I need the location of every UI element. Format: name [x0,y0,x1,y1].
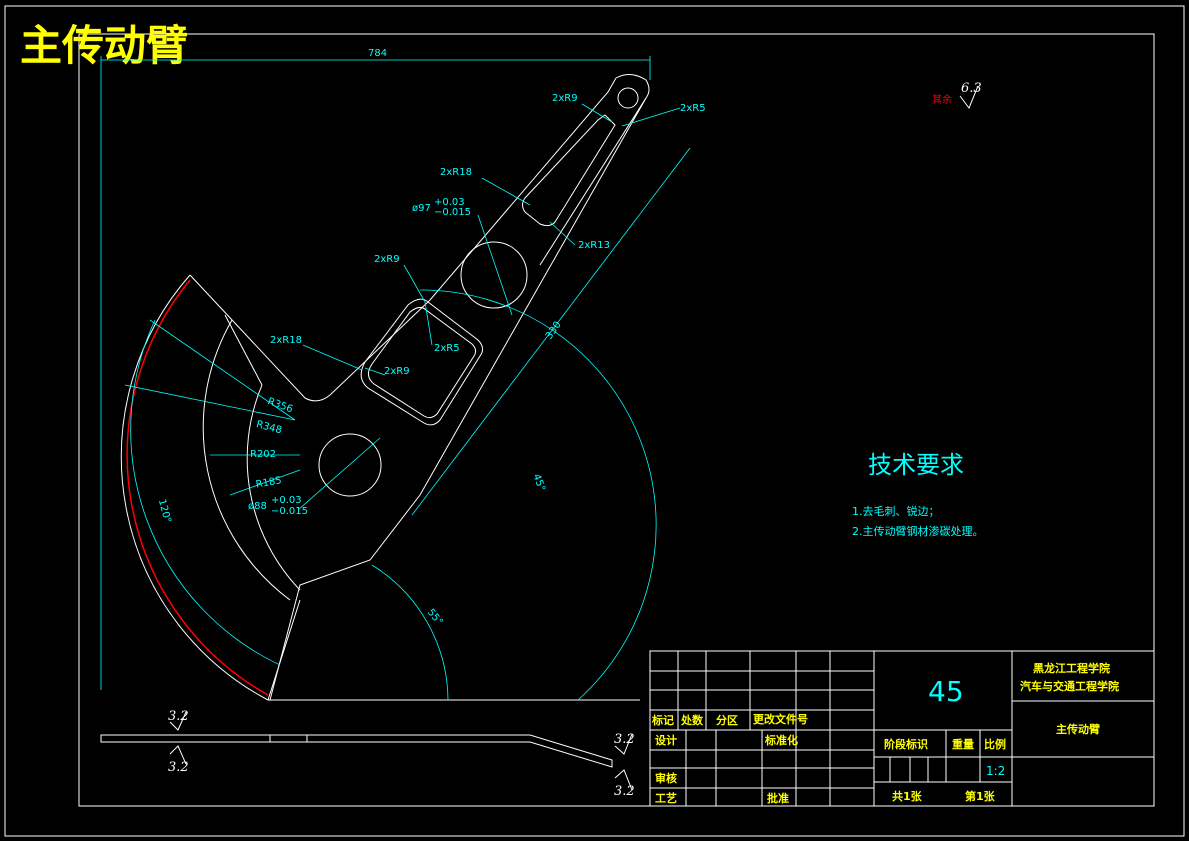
dim-r9-top: 2xR9 [552,93,578,104]
roughness-rest-label: 其余 [932,93,952,106]
tb-scale: 1:2 [986,764,1005,778]
roughness-right-bottom: 3.2 [614,784,635,799]
title-block-material: 45 [928,675,964,708]
top-hole [617,87,639,109]
part-outline [120,74,650,701]
tech-req-heading: 技术要求 [868,451,964,479]
title-block-school-2: 汽车与交通工程学院 [1020,679,1119,693]
engineering-drawing: 主传动臂 784 2xR9 2xR5 2xR18 ø97 +0.03 −0.01… [4,5,1185,837]
dim-phi88-tol-down: −0.015 [271,506,308,517]
tb-weight: 重量 [952,737,974,751]
dim-phi88: ø88 [248,501,267,512]
tb-design: 设计 [655,733,677,747]
tb-scale-label: 比例 [984,737,1006,751]
red-outer-arc [126,279,269,696]
dim-angle-55: 55° [425,607,445,628]
dim-r5-top: 2xR5 [680,103,706,114]
drawing-title: 主传动臂 [20,21,188,70]
dim-r185: R185 [255,475,283,490]
tb-col-doc: 更改文件号 [753,712,808,726]
dim-r5-mid: 2xR5 [434,343,460,354]
dim-phi97: ø97 [412,203,431,214]
tb-col-mark: 标记 [651,713,674,727]
dim-784: 784 [368,48,387,59]
dim-r18-mid: 2xR18 [270,335,302,346]
dim-phi97-tol-down: −0.015 [434,207,471,218]
title-block-school-1: 黑龙江工程学院 [1033,661,1110,675]
dim-330: 330 [544,320,564,342]
dim-r13: 2xR13 [578,240,610,251]
hole-97 [460,241,528,309]
dim-phi88-tol-up: +0.03 [271,495,302,506]
dim-angle-120: 120° [156,498,173,524]
tech-req-item-1: 1.去毛刺、锐边； [852,504,940,518]
tech-req-item-2: 2.主传动臂钢材渗碳处理。 [852,524,984,538]
dim-angle-45: 45° [530,473,546,493]
tb-stage-mark: 阶段标识 [884,737,928,751]
roughness-rest-value: 6.3 [961,81,982,96]
tb-review: 审核 [655,771,677,785]
roughness-right-top: 3.2 [614,732,635,747]
tb-col-count: 处数 [680,713,704,727]
dim-r356: R356 [266,396,294,415]
dim-r9-inner: 2xR9 [384,366,410,377]
tb-standard: 标准化 [764,733,798,747]
tb-approve: 批准 [767,791,789,805]
hole-88 [318,433,382,497]
dim-r348: R348 [255,419,283,436]
dim-r202: R202 [250,449,276,460]
roughness-left-bottom: 3.2 [168,760,189,775]
dim-r18-top: 2xR18 [440,167,472,178]
tb-col-zone: 分区 [716,713,738,727]
roughness-left-top: 3.2 [168,709,189,724]
tb-total-sheets: 共1张 [892,789,923,803]
tb-sheet-no: 第1张 [965,789,996,803]
title-block-part-name: 主传动臂 [1056,722,1100,736]
dimension-lines [100,56,691,701]
tb-process: 工艺 [655,791,677,805]
dim-r9-mid: 2xR9 [374,254,400,265]
